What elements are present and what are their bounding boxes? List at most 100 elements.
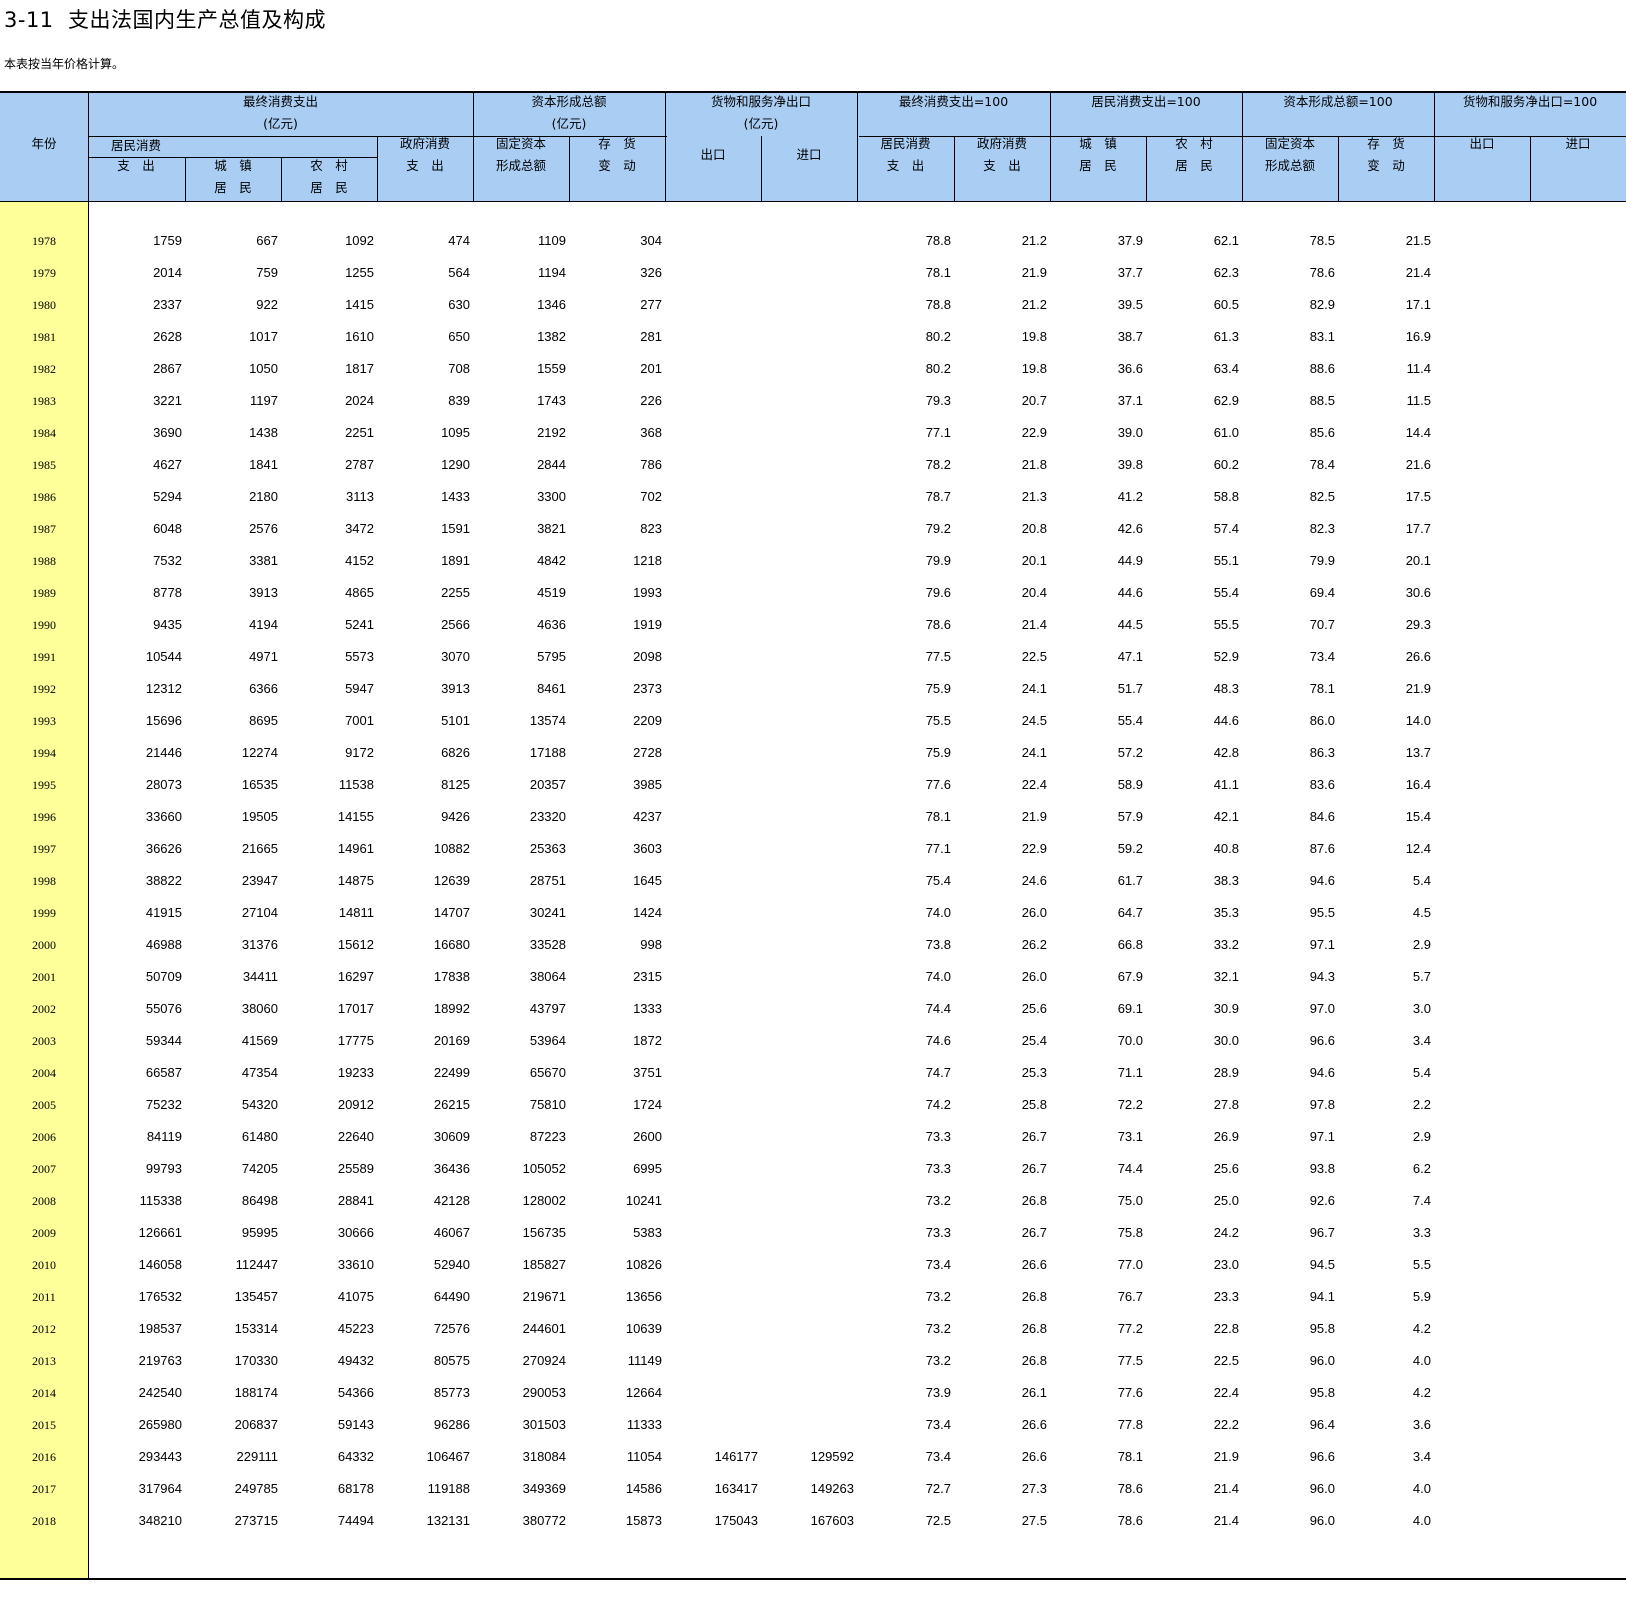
value-cell: 1095 [441, 425, 470, 440]
value-cell [764, 225, 854, 257]
data-table: 年份 最终消费支出 (亿元) 资本形成总额 (亿元) 货物和服务净出口 (亿元)… [0, 91, 1626, 1580]
value-cell: 80.2 [925, 329, 951, 344]
value-cell: 15696 [145, 713, 182, 728]
value-cell: 10882 [433, 841, 470, 856]
year-cell: 2005 [32, 1098, 56, 1112]
value-cell: 20169 [433, 1033, 470, 1048]
value-cell [1437, 1121, 1527, 1153]
value-cell: 64332 [337, 1449, 374, 1464]
value-cell [1533, 1217, 1623, 1249]
value-cell [1437, 545, 1527, 577]
value-cell: 146058 [138, 1257, 182, 1272]
header-p-urban-2: 居 民 [1079, 158, 1117, 173]
table-row: 2006 84119 61480 22640 30609 87223 2600 73.3 26.… [0, 1121, 1626, 1153]
value-cell: 702 [640, 489, 662, 504]
value-cell: 349369 [522, 1481, 566, 1496]
table-row: 2016 293443 229111 64332 106467 318084 11054 14… [0, 1441, 1626, 1473]
value-cell: 206837 [234, 1417, 278, 1432]
value-cell: 105052 [522, 1161, 566, 1176]
value-cell: 15.4 [1405, 809, 1431, 824]
value-cell: 27.5 [1021, 1513, 1047, 1528]
header-final-pct: 最终消费支出=100 [898, 94, 1009, 109]
value-cell [764, 1089, 854, 1121]
value-cell: 13.7 [1405, 745, 1431, 760]
value-cell [668, 545, 758, 577]
value-cell [1437, 801, 1527, 833]
value-cell [668, 673, 758, 705]
value-cell: 45223 [337, 1321, 374, 1336]
value-cell [1437, 705, 1527, 737]
value-cell: 75.9 [925, 681, 951, 696]
value-cell: 3603 [633, 841, 662, 856]
value-cell: 2315 [633, 969, 662, 984]
value-cell: 20357 [529, 777, 566, 792]
value-cell: 97.1 [1309, 1129, 1335, 1144]
value-cell: 4.0 [1412, 1353, 1431, 1368]
value-cell [1533, 385, 1623, 417]
value-cell: 61480 [241, 1129, 278, 1144]
value-cell: 70.0 [1117, 1033, 1143, 1048]
value-cell [1533, 1313, 1623, 1345]
value-cell [668, 769, 758, 801]
value-cell: 2628 [153, 329, 182, 344]
value-cell: 38.3 [1213, 873, 1239, 888]
value-cell: 22.9 [1021, 841, 1047, 856]
value-cell: 75.8 [1117, 1225, 1143, 1240]
table-row: 2018 348210 273715 74494 132131 380772 15873 17… [0, 1505, 1626, 1537]
value-cell: 21.4 [1213, 1513, 1239, 1528]
value-cell [764, 1025, 854, 1057]
year-cell: 2015 [32, 1418, 56, 1432]
value-cell: 38060 [241, 1001, 278, 1016]
value-cell: 630 [448, 297, 470, 312]
value-cell [1533, 993, 1623, 1025]
value-cell: 37.1 [1117, 393, 1143, 408]
value-cell: 55.1 [1213, 553, 1239, 568]
value-cell [764, 321, 854, 353]
value-cell: 21.2 [1021, 297, 1047, 312]
value-cell: 67.9 [1117, 969, 1143, 984]
value-cell: 30.0 [1213, 1033, 1239, 1048]
value-cell [668, 1057, 758, 1089]
value-cell: 1759 [153, 233, 182, 248]
value-cell [1437, 1025, 1527, 1057]
value-cell: 30609 [433, 1129, 470, 1144]
value-cell: 1993 [633, 585, 662, 600]
value-cell: 1919 [633, 617, 662, 632]
value-cell: 74494 [337, 1513, 374, 1528]
header-urban-1: 城 镇 [214, 158, 252, 173]
value-cell: 42.8 [1213, 745, 1239, 760]
value-cell: 47354 [241, 1065, 278, 1080]
year-cell: 1980 [32, 298, 56, 312]
header-inventory-1: 存 货 [598, 136, 636, 151]
value-cell [764, 833, 854, 865]
value-cell [764, 929, 854, 961]
value-cell [764, 513, 854, 545]
value-cell: 21.2 [1021, 233, 1047, 248]
value-cell: 26.6 [1405, 649, 1431, 664]
value-cell [1533, 545, 1623, 577]
year-cell: 1999 [32, 906, 56, 920]
value-cell: 95995 [241, 1225, 278, 1240]
value-cell: 37.9 [1117, 233, 1143, 248]
table-row: 2010 146058 112447 33610 52940 185827 10826 73.… [0, 1249, 1626, 1281]
value-cell: 15612 [337, 937, 374, 952]
value-cell: 3690 [153, 425, 182, 440]
value-cell: 12639 [433, 873, 470, 888]
value-cell: 31376 [241, 937, 278, 952]
value-cell: 115338 [139, 1193, 182, 1208]
value-cell: 85.6 [1309, 425, 1335, 440]
table-row: 2003 59344 41569 17775 20169 53964 1872 74.6 25.… [0, 1025, 1626, 1057]
value-cell: 5241 [345, 617, 374, 632]
value-cell: 96286 [433, 1417, 470, 1432]
value-cell: 59344 [145, 1033, 182, 1048]
value-cell: 54366 [337, 1385, 374, 1400]
value-cell [668, 865, 758, 897]
value-cell: 28751 [529, 873, 566, 888]
year-cell: 1985 [32, 458, 56, 472]
header-urban-2: 居 民 [214, 180, 252, 195]
year-cell: 2016 [32, 1450, 56, 1464]
value-cell: 2180 [249, 489, 278, 504]
value-cell: 348210 [138, 1513, 182, 1528]
value-cell: 4.0 [1412, 1513, 1431, 1528]
value-cell [764, 1409, 854, 1441]
